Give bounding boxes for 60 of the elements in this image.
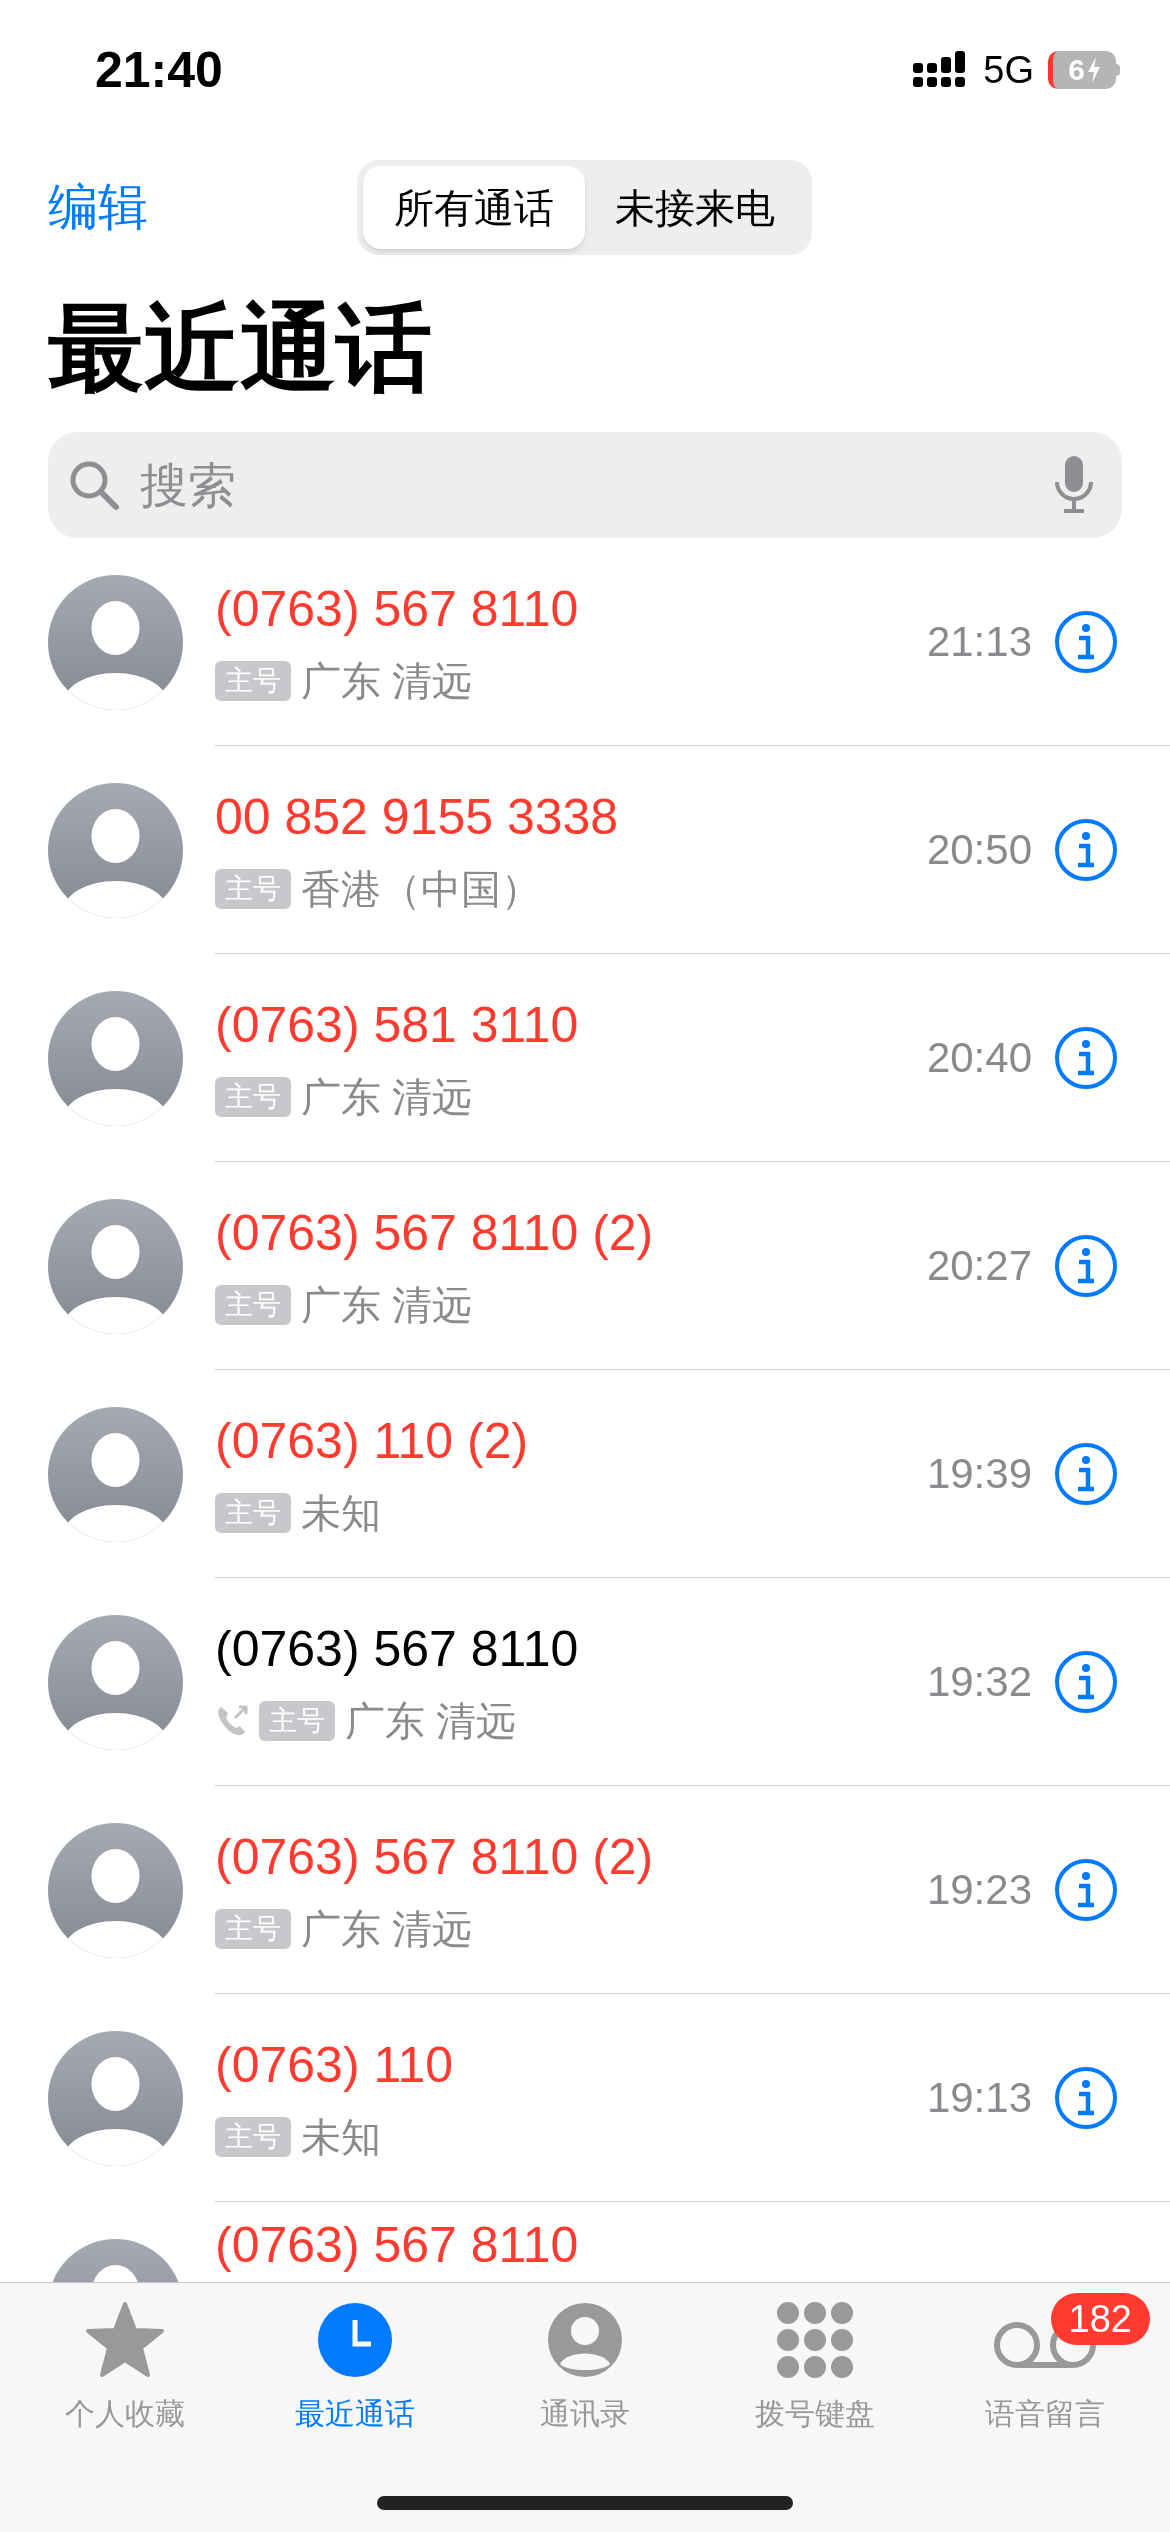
segment-tab[interactable]: 所有通话 xyxy=(363,166,585,249)
caller-location: 广东 清远 xyxy=(301,1281,473,1329)
line-tag: 主号 xyxy=(215,2116,291,2157)
line-tag: 主号 xyxy=(215,1284,291,1325)
caller-number: (0763) 110 (2) xyxy=(215,1412,530,1471)
count-badge: 182 xyxy=(1050,2293,1150,2345)
tab-button[interactable]: 拨号键盘 xyxy=(755,2391,875,2436)
search-icon xyxy=(68,459,120,511)
call-time: 20:40 xyxy=(926,1033,1032,1083)
caller-number: (0763) 567 8110 xyxy=(215,1620,580,1679)
info-icon[interactable] xyxy=(1054,1857,1118,1922)
caller-location: 香港（中国） xyxy=(301,865,541,913)
caller-number: (0763) 567 8110 xyxy=(215,580,580,639)
caller-number: (0763) 567 8110 (2) xyxy=(215,1204,655,1263)
line-tag: 主号 xyxy=(215,660,291,701)
tab-button[interactable]: 最近通话 xyxy=(295,2391,415,2436)
status-time: 21:40 xyxy=(95,40,223,100)
segment-tab[interactable]: 未接来电 xyxy=(584,166,806,249)
network-label: 5G xyxy=(983,47,1034,93)
info-icon[interactable] xyxy=(1054,2065,1118,2130)
caller-location: 未知 xyxy=(301,1489,381,1537)
page-title: 最近通话 xyxy=(47,293,433,403)
tab-button[interactable]: 语音留言 xyxy=(985,2391,1105,2436)
info-icon[interactable] xyxy=(1054,609,1118,674)
caller-number: (0763) 567 8110 xyxy=(215,2216,580,2275)
caller-location: 广东 清远 xyxy=(301,1073,473,1121)
info-icon[interactable] xyxy=(1054,1649,1118,1714)
caller-location: 未知 xyxy=(301,2113,381,2161)
caller-number: (0763) 567 8110 (2) xyxy=(215,1828,655,1887)
line-tag: 主号 xyxy=(215,1908,291,1949)
call-time: 20:50 xyxy=(926,825,1032,875)
tab-button[interactable]: 个人收藏 xyxy=(65,2391,185,2436)
caller-number: 00 852 9155 3338 xyxy=(215,788,620,847)
call-time: 19:39 xyxy=(926,1449,1032,1499)
info-icon[interactable] xyxy=(1054,1233,1118,1298)
line-tag: 主号 xyxy=(215,868,291,909)
caller-number: (0763) 581 3110 xyxy=(215,996,580,1055)
info-icon[interactable] xyxy=(1054,817,1118,882)
person-icon xyxy=(545,2300,625,2380)
caller-location: 广东 清远 xyxy=(345,1697,517,1745)
microphone-icon[interactable] xyxy=(1054,456,1094,514)
keypad-icon xyxy=(775,2300,855,2380)
call-time: 20:27 xyxy=(926,1241,1032,1291)
call-time: 19:23 xyxy=(926,1865,1032,1915)
caller-number: (0763) 110 xyxy=(215,2036,455,2095)
call-time: 19:13 xyxy=(926,2073,1032,2123)
caller-location: 广东 清远 xyxy=(301,1905,473,1953)
info-icon[interactable] xyxy=(1054,1025,1118,1090)
call-time: 19:32 xyxy=(926,1657,1032,1707)
caller-location: 广东 清远 xyxy=(301,657,473,705)
star-icon xyxy=(85,2300,165,2380)
tab-button[interactable]: 通讯录 xyxy=(540,2391,630,2436)
edit-button[interactable]: 编辑 xyxy=(48,170,148,245)
line-tag: 主号 xyxy=(259,1700,335,1741)
clock-icon xyxy=(315,2300,395,2380)
search-field[interactable]: 搜索 xyxy=(48,432,1122,538)
call-time: 21:13 xyxy=(926,617,1032,667)
info-icon[interactable] xyxy=(1054,1441,1118,1506)
line-tag: 主号 xyxy=(215,1492,291,1533)
line-tag: 主号 xyxy=(215,1076,291,1117)
